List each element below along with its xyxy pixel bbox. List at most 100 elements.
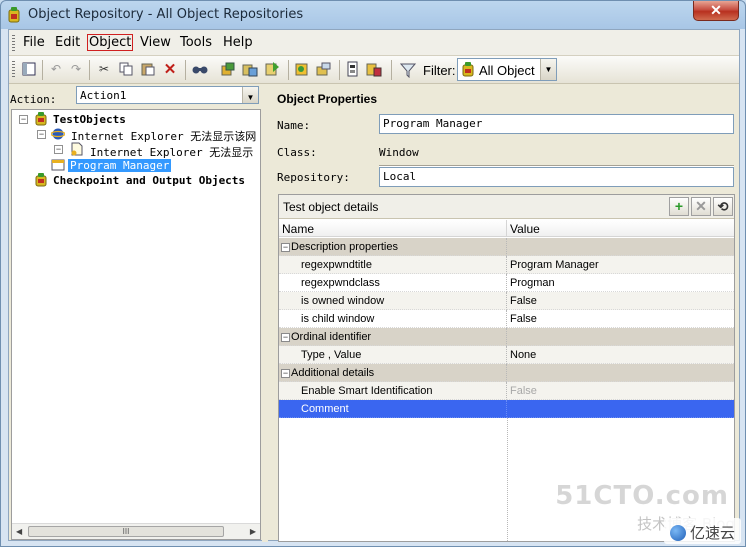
property-name: Additional details bbox=[279, 364, 507, 382]
page-icon bbox=[71, 142, 83, 156]
highlight-icon[interactable] bbox=[315, 60, 333, 78]
scroll-right-icon[interactable]: ▶ bbox=[250, 527, 256, 536]
property-value bbox=[507, 328, 734, 346]
add-property-button[interactable]: + bbox=[669, 197, 689, 216]
undo-icon[interactable]: ↶ bbox=[47, 60, 65, 78]
tree-item-program-manager[interactable]: Program Manager bbox=[68, 159, 172, 172]
scroll-left-icon[interactable]: ◀ bbox=[16, 527, 22, 536]
filter-value: All Object bbox=[479, 63, 535, 78]
group-description-properties[interactable]: − Description properties bbox=[279, 238, 734, 256]
toolbar-separator bbox=[89, 60, 90, 80]
table-row[interactable]: is owned window False bbox=[279, 292, 734, 310]
object-repository-app-icon bbox=[8, 7, 20, 23]
property-name: Comment bbox=[279, 400, 507, 418]
object-properties-pane: Object Properties Name: Program Manager … bbox=[268, 85, 741, 542]
menu-help[interactable]: Help bbox=[223, 35, 253, 50]
refresh-icon[interactable]: ⟲ bbox=[713, 197, 733, 216]
property-name: is owned window bbox=[279, 292, 507, 310]
table-row-selected[interactable]: Comment bbox=[279, 400, 734, 418]
toolbar-separator bbox=[339, 60, 340, 80]
browser-icon bbox=[51, 128, 65, 140]
details-title: Test object details bbox=[283, 200, 379, 214]
close-window-button[interactable]: ✕ bbox=[693, 1, 739, 21]
property-value[interactable]: Progman bbox=[507, 274, 734, 292]
property-value[interactable]: None bbox=[507, 346, 734, 364]
repository-icon bbox=[35, 112, 47, 126]
column-header-value[interactable]: Value bbox=[507, 220, 734, 237]
remove-property-button[interactable]: ✕ bbox=[691, 197, 711, 216]
associate-icon[interactable] bbox=[365, 60, 383, 78]
brand-text: 亿速云 bbox=[689, 524, 735, 542]
name-field[interactable]: Program Manager bbox=[379, 114, 734, 134]
find-icon[interactable] bbox=[191, 60, 209, 78]
copy-icon[interactable] bbox=[117, 60, 135, 78]
redo-icon[interactable]: ↷ bbox=[67, 60, 85, 78]
menu-object[interactable]: Object bbox=[86, 34, 134, 51]
repository-icon bbox=[35, 173, 47, 187]
menu-file[interactable]: File bbox=[23, 35, 45, 50]
client-area: File Edit Object View Tools Help ↶ ↷ ✂ ✕ bbox=[8, 29, 741, 542]
group-ordinal-identifier[interactable]: − Ordinal identifier bbox=[279, 328, 734, 346]
column-header-name[interactable]: Name bbox=[279, 220, 507, 237]
watermark-text: 51CTO.com bbox=[555, 481, 729, 511]
menu-view[interactable]: View bbox=[140, 35, 171, 50]
object-properties-title: Object Properties bbox=[277, 92, 378, 106]
view-icon[interactable] bbox=[20, 60, 38, 78]
collapse-icon[interactable]: − bbox=[54, 145, 63, 154]
chevron-down-icon[interactable]: ▼ bbox=[540, 59, 556, 80]
chevron-down-icon[interactable]: ▼ bbox=[242, 87, 258, 103]
property-value[interactable]: False bbox=[507, 310, 734, 328]
class-label: Class: bbox=[277, 146, 317, 159]
filter-dropdown[interactable]: All Object ▼ bbox=[457, 58, 557, 81]
delete-icon[interactable]: ✕ bbox=[161, 60, 179, 78]
table-row[interactable]: regexpwndclass Progman bbox=[279, 274, 734, 292]
selected-item-label: Program Manager bbox=[68, 159, 172, 172]
menu-edit[interactable]: Edit bbox=[55, 35, 80, 50]
menu-tools[interactable]: Tools bbox=[180, 35, 212, 50]
property-value[interactable]: False bbox=[507, 292, 734, 310]
toolbar-separator bbox=[288, 60, 289, 80]
update-icon[interactable] bbox=[344, 60, 362, 78]
column-divider bbox=[507, 418, 508, 541]
tree-item-checkpoint-objects[interactable]: Checkpoint and Output Objects bbox=[53, 174, 245, 187]
add-objects-icon[interactable] bbox=[219, 60, 237, 78]
toolbar-separator bbox=[185, 60, 186, 80]
repository-label: Repository: bbox=[277, 171, 350, 184]
action-label: Action: bbox=[10, 93, 57, 106]
object-repository-window: Object Repository - All Object Repositor… bbox=[0, 0, 746, 547]
paste-icon[interactable] bbox=[139, 60, 157, 78]
action-dropdown[interactable]: Action1 ▼ bbox=[76, 86, 259, 104]
scroll-thumb[interactable]: III bbox=[28, 526, 224, 537]
horizontal-scrollbar[interactable]: ◀ III ▶ bbox=[12, 523, 260, 539]
table-row[interactable]: Enable Smart Identification False bbox=[279, 382, 734, 400]
group-additional-details[interactable]: − Additional details bbox=[279, 364, 734, 382]
cut-icon[interactable]: ✂ bbox=[95, 60, 113, 78]
class-value: Window bbox=[379, 146, 419, 159]
name-label: Name: bbox=[277, 119, 311, 132]
table-row[interactable]: Type , Value None bbox=[279, 346, 734, 364]
filter-label: Filter: bbox=[423, 63, 456, 78]
filter-icon bbox=[399, 61, 417, 79]
menubar-grip[interactable] bbox=[12, 35, 15, 51]
export-icon[interactable] bbox=[263, 60, 281, 78]
window-title: Object Repository - All Object Repositor… bbox=[28, 7, 304, 22]
toolbar-grip[interactable] bbox=[12, 61, 15, 79]
property-value[interactable]: Program Manager bbox=[507, 256, 734, 274]
toolbar: ↶ ↷ ✂ ✕ Filter: All Object ▼ bbox=[9, 56, 739, 84]
tree-item-browser[interactable]: Internet Explorer 无法显示该网 bbox=[71, 128, 256, 144]
collapse-icon[interactable]: − bbox=[19, 115, 28, 124]
property-name: Description properties bbox=[279, 238, 507, 256]
property-value[interactable]: False bbox=[507, 382, 734, 400]
object-spy-icon[interactable] bbox=[293, 60, 311, 78]
property-value bbox=[507, 238, 734, 256]
property-name: regexpwndclass bbox=[279, 274, 507, 292]
property-value[interactable] bbox=[507, 400, 734, 418]
tree-item-test-objects[interactable]: TestObjects bbox=[53, 113, 126, 126]
table-row[interactable]: is child window False bbox=[279, 310, 734, 328]
localize-icon[interactable] bbox=[241, 60, 259, 78]
tree-item-page[interactable]: Internet Explorer 无法显示 bbox=[90, 144, 253, 160]
property-name: Type , Value bbox=[279, 346, 507, 364]
table-row[interactable]: regexpwndtitle Program Manager bbox=[279, 256, 734, 274]
collapse-icon[interactable]: − bbox=[37, 130, 46, 139]
toolbar-separator bbox=[42, 60, 43, 80]
